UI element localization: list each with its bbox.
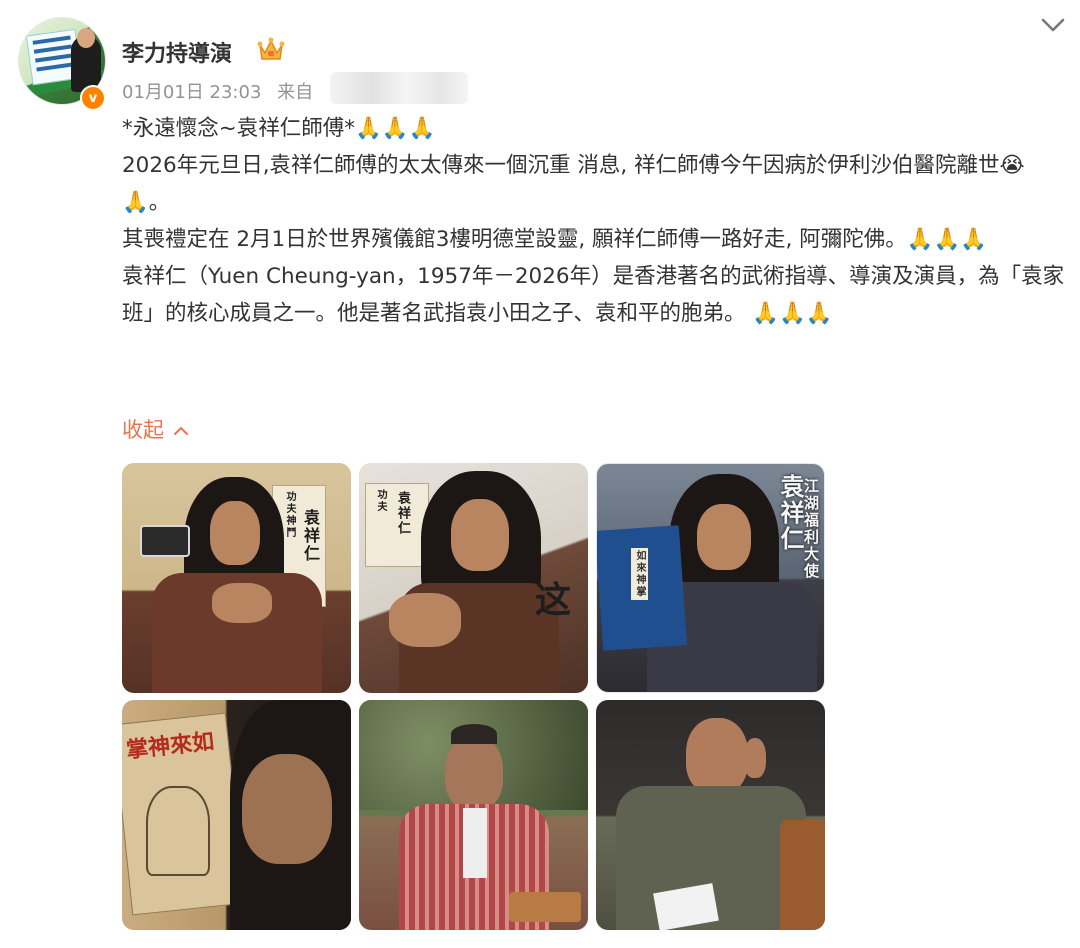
photo-1[interactable]: 功夫神鬥 袁祥仁	[122, 463, 351, 693]
photo-1-name: 袁祥仁	[301, 509, 320, 563]
photo-2-name: 袁祥仁	[395, 491, 410, 536]
post-meta: 01月01日 23:03 来自	[122, 78, 313, 104]
post-line-funeral: 其喪禮定在 2月1日於世界殯儀館3樓明德堂設靈, 願祥仁師傅一路好走, 阿彌陀佛…	[122, 227, 988, 252]
crown-icon	[257, 37, 285, 60]
post-content: *永遠懷念~袁祥仁師傅*🙏🙏🙏 2026年元旦日,袁祥仁師傅的太太傳來一個沉重 …	[122, 110, 1067, 332]
source-redacted	[330, 72, 468, 104]
post-date[interactable]: 01月01日 23:03	[122, 82, 261, 103]
post-line-bio: 袁祥仁（Yuen Cheung-yan，1957年－2026年）是香港著名的武術…	[122, 264, 1065, 326]
photo-5[interactable]	[359, 700, 588, 930]
photo-2-word: 这	[535, 579, 572, 621]
phone-prop	[140, 525, 190, 557]
photo-3[interactable]: 袁祥仁 江湖福利大使 如來神掌	[596, 463, 825, 693]
collapse-label: 收起	[122, 418, 164, 442]
photo-3-title: 江湖福利大使	[802, 478, 820, 580]
photo-4[interactable]: 掌神來如	[122, 700, 351, 930]
verified-icon: v	[80, 85, 106, 111]
user-name[interactable]: 李力持導演	[122, 36, 232, 68]
post-line-title: *永遠懷念~袁祥仁師傅*🙏🙏🙏	[122, 116, 436, 141]
collapse-link[interactable]: 收起	[122, 414, 189, 444]
photo-2-caption: 功夫	[375, 489, 386, 513]
chevron-up-icon	[173, 426, 188, 435]
weibo-post: v 李力持導演 01月01日 23:03 来自 *永遠懷念~袁祥仁師傅*🙏🙏🙏 …	[0, 0, 1080, 948]
source-label: 来自	[277, 82, 314, 103]
post-line-news: 2026年元旦日,袁祥仁師傅的太太傳來一個沉重 消息, 祥仁師傅今午因病於伊利沙…	[122, 153, 1025, 215]
photo-2[interactable]: 功夫 袁祥仁 这	[359, 463, 588, 693]
photo-1-caption: 功夫神鬥	[284, 491, 295, 539]
chevron-down-icon[interactable]	[1040, 14, 1066, 36]
photo-3-book: 如來神掌	[631, 548, 648, 600]
photo-6[interactable]	[596, 700, 825, 930]
abacus-prop	[509, 892, 581, 922]
